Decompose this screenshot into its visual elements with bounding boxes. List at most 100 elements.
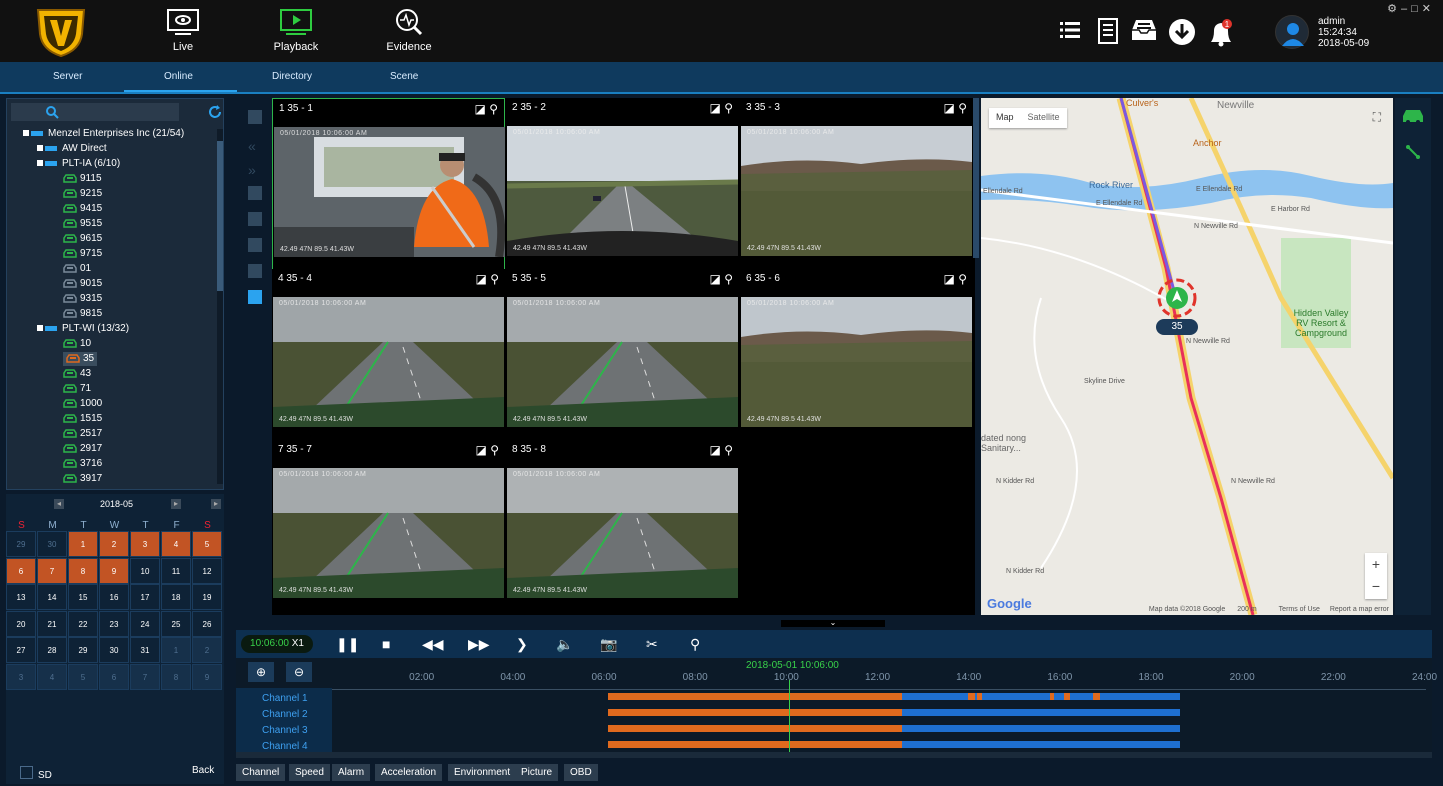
- recording-segment[interactable]: [1093, 693, 1101, 700]
- snapshot-icon[interactable]: ◪: [710, 101, 721, 115]
- calendar-day[interactable]: 23: [99, 610, 129, 637]
- inbox-icon[interactable]: [1130, 18, 1158, 45]
- recording-segment[interactable]: [607, 693, 902, 700]
- calendar-day[interactable]: 1: [68, 531, 98, 557]
- tree-group[interactable]: PLT-IA (6/10): [37, 157, 120, 171]
- nav-evidence[interactable]: Evidence: [364, 6, 454, 60]
- calendar-day[interactable]: 4: [161, 531, 191, 557]
- sd-checkbox[interactable]: [20, 766, 33, 779]
- tree-group[interactable]: PLT-WI (13/32): [37, 322, 129, 336]
- calendar-day[interactable]: 2: [192, 637, 222, 663]
- video-frame[interactable]: 05/01/2018 10:06:00 AM 42.49 47N 89.5 41.…: [507, 468, 738, 598]
- calendar-day[interactable]: 30: [99, 637, 129, 663]
- tree-group[interactable]: Menzel Enterprises Inc (21/54): [23, 127, 184, 141]
- tree-vehicle[interactable]: 71: [63, 382, 91, 396]
- calendar-day[interactable]: 7: [130, 663, 160, 690]
- layout-6-icon[interactable]: [248, 238, 262, 252]
- calendar-day[interactable]: 3: [130, 531, 160, 557]
- layout-4-icon[interactable]: [248, 212, 262, 226]
- video-frame[interactable]: 05/01/2018 10:06:00 AM 42.49 47N 89.5 41.…: [273, 297, 504, 427]
- calendar-day[interactable]: 9: [192, 663, 222, 690]
- next-page-icon[interactable]: »: [248, 162, 262, 178]
- video-channel-cell[interactable]: 7 35 - 7 ◪ ⚲ 05/01/2018 10:06:00 AM 42.49 4…: [272, 440, 505, 612]
- zoom-icon[interactable]: ⚲: [490, 272, 499, 286]
- tree-vehicle[interactable]: 9615: [63, 232, 102, 246]
- video-channel-cell[interactable]: 8 35 - 8 ◪ ⚲ 05/01/2018 10:06:00 AM 42.49 4…: [506, 440, 739, 612]
- zoom-icon[interactable]: ⚲: [724, 101, 733, 115]
- collapse-handle[interactable]: ⌄: [781, 619, 885, 627]
- search-input[interactable]: [11, 103, 179, 121]
- video-channel-cell[interactable]: 5 35 - 5 ◪ ⚲ 05/01/2018 10:06:00 AM 42.49 4…: [506, 269, 739, 441]
- layout-9-icon[interactable]: [248, 290, 262, 304]
- video-channel-cell[interactable]: 2 35 - 2 ◪ ⚲ 05/01/2018 10:06:00 AM 42.49 4…: [506, 98, 739, 270]
- map-type-toggle[interactable]: Map Satellite: [989, 108, 1067, 128]
- vehicle-icon[interactable]: [1401, 108, 1425, 124]
- tree-vehicle[interactable]: 3917: [63, 472, 102, 486]
- calendar-day[interactable]: 30: [37, 531, 67, 557]
- refresh-icon[interactable]: [207, 104, 223, 120]
- next-frame-icon[interactable]: ❯: [516, 636, 528, 653]
- grid-scrollbar[interactable]: [973, 98, 979, 258]
- avatar[interactable]: [1275, 15, 1309, 49]
- map-canvas[interactable]: [981, 98, 1393, 615]
- calendar-day[interactable]: 9: [99, 557, 129, 584]
- calendar-day[interactable]: 19: [192, 584, 222, 610]
- download-icon[interactable]: [1168, 18, 1196, 49]
- calendar-day[interactable]: 10: [130, 557, 160, 584]
- tree-vehicle[interactable]: 1515: [63, 412, 102, 426]
- data-tab[interactable]: Speed: [289, 764, 330, 781]
- recording-segment[interactable]: [901, 709, 1180, 716]
- calendar-day[interactable]: 17: [130, 584, 160, 610]
- data-tab[interactable]: Picture: [515, 764, 559, 781]
- report-link[interactable]: Report a map error: [1330, 606, 1389, 613]
- playhead[interactable]: [789, 680, 790, 752]
- video-frame[interactable]: 05/01/2018 10:06:00 AM 42.49 47N 89.5 41.…: [741, 126, 972, 256]
- video-frame[interactable]: 05/01/2018 10:06:00 AM 42.49 47N 89.5 41.…: [273, 468, 504, 598]
- zoom-icon[interactable]: ⚲: [958, 272, 967, 286]
- tree-vehicle[interactable]: 1000: [63, 397, 102, 411]
- recording-segment[interactable]: [607, 709, 902, 716]
- next-year-button[interactable]: ▸: [211, 499, 221, 509]
- tab-server[interactable]: Server: [53, 71, 82, 82]
- timeline-channel-label[interactable]: Channel 2: [262, 709, 308, 720]
- calendar-day[interactable]: 29: [68, 637, 98, 663]
- calendar-day[interactable]: 27: [6, 637, 36, 663]
- tree-vehicle[interactable]: 43: [63, 367, 91, 381]
- zoom-icon[interactable]: ⚲: [724, 272, 733, 286]
- nav-playback[interactable]: Playback: [251, 6, 341, 60]
- calendar-day[interactable]: 6: [99, 663, 129, 690]
- prev-month-button[interactable]: ◂: [54, 499, 64, 509]
- video-channel-cell[interactable]: 6 35 - 6 ◪ ⚲ 05/01/2018 10:06:00 AM 42.49 4…: [740, 269, 973, 441]
- snapshot-icon[interactable]: ◪: [710, 272, 721, 286]
- tab-directory[interactable]: Directory: [272, 71, 312, 82]
- layout-8-icon[interactable]: [248, 264, 262, 278]
- volume-icon[interactable]: 🔈: [556, 636, 573, 653]
- layout-1-icon[interactable]: [248, 186, 262, 200]
- video-frame[interactable]: 05/01/2018 10:06:00 AM 42.49 47N 89.5 41.…: [507, 126, 738, 256]
- timeline[interactable]: ⊕ ⊖ 2018-05-01 10:06:00 Channel 1 Channel…: [236, 658, 1437, 758]
- calendar-day[interactable]: 31: [130, 637, 160, 663]
- calendar-day[interactable]: 20: [6, 610, 36, 637]
- calendar-day[interactable]: 11: [161, 557, 191, 584]
- map-panel[interactable]: Newville Anchor Rock River E Ellendale R…: [981, 98, 1393, 615]
- timeline-channel-label[interactable]: Channel 3: [262, 725, 308, 736]
- tree-vehicle[interactable]: 9715: [63, 247, 102, 261]
- calendar-day[interactable]: 6: [6, 557, 36, 584]
- map-zoom-control[interactable]: + −: [1365, 553, 1387, 599]
- satellite-button[interactable]: Satellite: [1021, 108, 1067, 128]
- calendar-day[interactable]: 8: [68, 557, 98, 584]
- stop-icon[interactable]: ■: [382, 636, 390, 652]
- recording-segment[interactable]: [901, 725, 1180, 732]
- calendar-day[interactable]: 1: [161, 637, 191, 663]
- terms-link[interactable]: Terms of Use: [1279, 606, 1320, 613]
- calendar-day[interactable]: 13: [6, 584, 36, 610]
- zoom-icon[interactable]: ⚲: [958, 101, 967, 115]
- calendar-day[interactable]: 24: [130, 610, 160, 637]
- fullscreen-icon[interactable]: [248, 110, 262, 124]
- calendar-day[interactable]: 25: [161, 610, 191, 637]
- calendar-day[interactable]: 3: [6, 663, 36, 690]
- tree-vehicle[interactable]: 9215: [63, 187, 102, 201]
- calendar-day[interactable]: 4: [37, 663, 67, 690]
- scissors-icon[interactable]: ✂: [646, 636, 658, 653]
- tree-vehicle[interactable]: 9015: [63, 277, 102, 291]
